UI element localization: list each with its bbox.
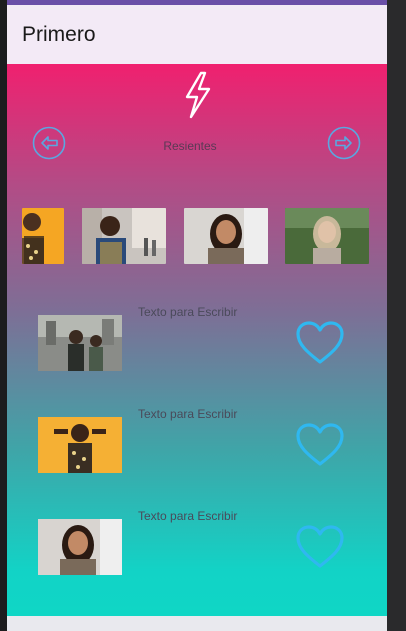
photo-man-street <box>82 208 166 264</box>
heart-outline-icon[interactable] <box>295 524 345 570</box>
recent-thumbnail[interactable] <box>22 208 64 264</box>
arrow-left-circle-icon[interactable] <box>32 126 66 160</box>
list-item-image <box>38 417 122 473</box>
recent-thumbnail[interactable] <box>285 208 369 264</box>
heart-outline-icon[interactable] <box>295 422 345 468</box>
list-item-text: Texto para Escribir <box>138 509 238 523</box>
main-screen: Resientes Texto para Escribir Texto para… <box>7 64 387 616</box>
recent-thumbnail[interactable] <box>82 208 166 264</box>
photo-photographer-street <box>38 315 122 371</box>
photo-woman-smiling <box>38 519 122 575</box>
photo-woman-smiling <box>184 208 268 264</box>
recent-thumbnail[interactable] <box>184 208 268 264</box>
arrow-right-circle-icon[interactable] <box>327 126 361 160</box>
list-item-image <box>38 519 122 575</box>
app-title: Primero <box>22 22 96 46</box>
list-item-text: Texto para Escribir <box>138 305 238 319</box>
recent-label: Resientes <box>163 139 217 153</box>
device-frame <box>387 0 406 631</box>
heart-outline-icon[interactable] <box>295 320 345 366</box>
app-bar: Primero <box>7 5 387 64</box>
photo-man-yellow <box>22 208 64 264</box>
lightning-bolt-icon <box>185 71 211 119</box>
list-item-text: Texto para Escribir <box>138 407 238 421</box>
photo-man-yellow-background <box>38 417 122 473</box>
navigation-bar <box>7 616 387 631</box>
list-item-image <box>38 315 122 371</box>
photo-woman-park <box>285 208 369 264</box>
